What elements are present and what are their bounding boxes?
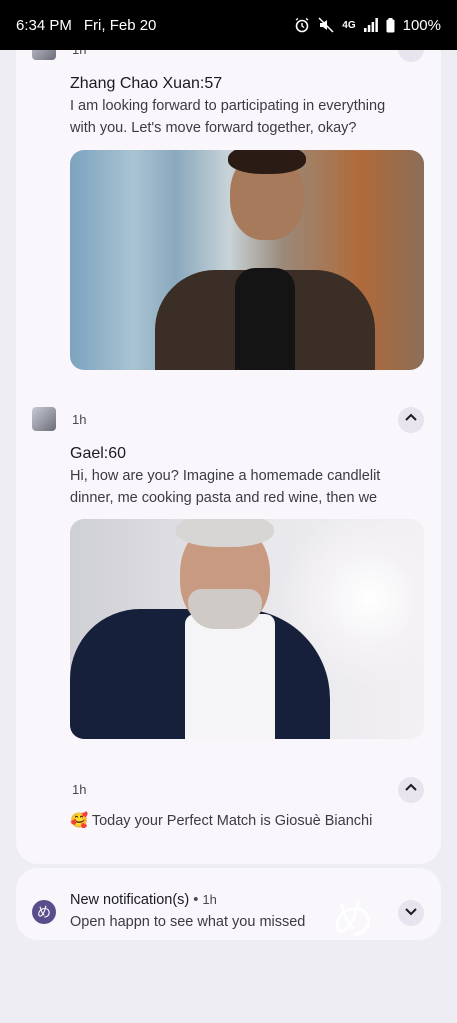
chevron-up-icon — [404, 781, 418, 800]
summary-header: New notification(s) • 1h — [70, 892, 217, 908]
summary-body: Open happn to see what you missed — [70, 914, 306, 930]
notification-time: 1h — [72, 50, 86, 57]
notification-text: Today your Perfect Match is Giosuè Bianc… — [91, 813, 373, 829]
notification-title: Gael:60 — [70, 445, 127, 462]
sender-avatar — [32, 50, 56, 60]
expand-button[interactable] — [398, 50, 424, 62]
chevron-down-icon — [404, 904, 418, 923]
chevron-up-icon — [404, 50, 418, 59]
status-time: 6:34 PM — [16, 16, 72, 34]
happn-watermark-icon: め — [332, 895, 375, 940]
happn-logo-icon: め — [32, 900, 56, 924]
notification-item[interactable]: 1h 🥰 Today your Perfect Match is Giosuè … — [16, 770, 441, 860]
happn-notification-card[interactable]: め め New notification(s) • 1h Open happn … — [16, 868, 441, 940]
notification-title: Zhang Chao Xuan:57 — [70, 75, 223, 92]
chevron-up-icon — [404, 411, 418, 430]
network-type: 4G — [342, 19, 356, 31]
hair-shape — [176, 519, 274, 547]
mute-icon — [318, 17, 334, 33]
notification-group-card[interactable]: 1h Zhang Chao Xuan:57 I am looking forwa… — [16, 50, 441, 864]
notification-time: 1h — [72, 412, 87, 427]
notification-item[interactable]: 1h Gael:60 Hi, how are you? Imagine a ho… — [16, 400, 441, 790]
man-leather-jacket-photo[interactable] — [70, 150, 424, 370]
status-icons: 4G 100% — [294, 17, 441, 34]
shirt-shape — [185, 614, 275, 739]
status-date: Fri, Feb 20 — [83, 16, 157, 34]
notification-body: Hi, how are you? Imagine a homemade cand… — [70, 468, 381, 506]
summary-time: 1h — [202, 892, 217, 907]
expand-button[interactable] — [398, 777, 424, 803]
collapse-button[interactable] — [398, 900, 424, 926]
beard-shape — [188, 589, 262, 629]
heart-face-emoji: 🥰 — [70, 813, 89, 829]
hair-shape — [228, 150, 306, 174]
notification-item[interactable]: 1h Zhang Chao Xuan:57 I am looking forwa… — [16, 50, 441, 380]
notification-time: 1h — [72, 782, 87, 797]
battery-icon — [386, 17, 395, 33]
expand-button[interactable] — [398, 407, 424, 433]
notification-body: 🥰 Today your Perfect Match is Giosuè Bia… — [70, 810, 430, 832]
alarm-icon — [294, 17, 310, 33]
signal-icon — [363, 18, 378, 32]
status-bar: 6:34 PM Fri, Feb 20 4G 100% — [0, 0, 457, 50]
man-suit-photo[interactable] — [70, 519, 424, 739]
summary-title: New notification(s) — [70, 892, 190, 908]
battery-percent: 100% — [402, 16, 441, 34]
sweater-shape — [235, 268, 295, 370]
notification-body: I am looking forward to participating in… — [70, 98, 386, 136]
notification-shade: 1h Zhang Chao Xuan:57 I am looking forwa… — [0, 50, 457, 1023]
sender-avatar — [32, 407, 56, 431]
